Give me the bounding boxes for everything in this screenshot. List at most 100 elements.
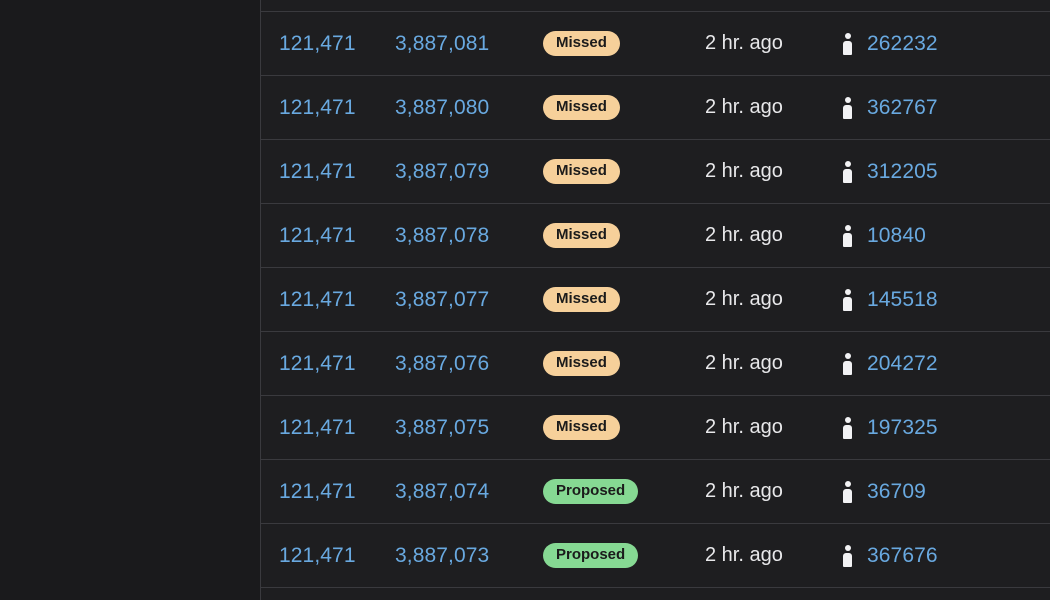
validator-link[interactable]: 204272 [867,352,938,376]
age-text: 2 hr. ago [705,416,783,438]
validator-link[interactable]: 197325 [867,416,938,440]
validator-person-icon [841,288,854,311]
age-text: 2 hr. ago [705,224,783,246]
cell-age: 2 hr. ago [705,32,841,55]
left-gutter [0,0,260,600]
age-text: 2 hr. ago [705,352,783,374]
cell-status: Proposed [543,542,705,569]
cell-age: 2 hr. ago [705,416,841,439]
cell-slot: 3,887,081 [395,32,543,56]
table-row[interactable]: 121,471 3,887,081 Missed 2 hr. ago 262232 [261,12,1050,76]
table-row[interactable]: 121,471 3,887,073 Proposed 2 hr. ago 367676 [261,524,1050,588]
validator-link[interactable]: 262232 [867,32,938,56]
cell-age: 2 hr. ago [705,160,841,183]
validator-person-icon [841,160,854,183]
cell-epoch: 121,471 [261,544,395,568]
table-row[interactable]: 121,471 3,887,076 Missed 2 hr. ago 204272 [261,332,1050,396]
age-text: 2 hr. ago [705,32,783,54]
validator-person-icon [841,96,854,119]
cell-epoch: 121,471 [261,96,395,120]
epoch-link[interactable]: 121,471 [279,544,356,568]
cell-epoch: 121,471 [261,288,395,312]
table-row[interactable]: 121,471 3,887,075 Missed 2 hr. ago 197325 [261,396,1050,460]
table-row[interactable]: 121,471 3,887,074 Proposed 2 hr. ago 36709 [261,460,1050,524]
validator-link[interactable]: 10840 [867,224,926,248]
status-badge: Missed [543,30,620,57]
status-badge: Missed [543,158,620,185]
validator-person-icon [841,544,854,567]
table-row[interactable]: 121,471 3,887,080 Missed 2 hr. ago 362767 [261,76,1050,140]
slots-table-screen: 121,471 3,887,081 Missed 2 hr. ago 262232 121… [0,0,1050,600]
table-row-partial-top [261,0,1050,12]
cell-validator: 10840 [841,224,926,248]
table-row[interactable]: 121,471 3,887,078 Missed 2 hr. ago 10840 [261,204,1050,268]
status-badge: Proposed [543,478,639,505]
cell-age: 2 hr. ago [705,96,841,119]
slot-link[interactable]: 3,887,078 [395,224,489,248]
status-badge: Missed [543,414,620,441]
cell-age: 2 hr. ago [705,480,841,503]
cell-status: Proposed [543,478,705,505]
validator-link[interactable]: 36709 [867,480,926,504]
validator-person-icon [841,480,854,503]
epoch-link[interactable]: 121,471 [279,224,356,248]
cell-status: Missed [543,350,705,377]
cell-age: 2 hr. ago [705,224,841,247]
cell-age: 2 hr. ago [705,544,841,567]
cell-status: Missed [543,222,705,249]
slot-link[interactable]: 3,887,073 [395,544,489,568]
cell-age: 2 hr. ago [705,288,841,311]
table-row[interactable]: 121,471 3,887,077 Missed 2 hr. ago 145518 [261,268,1050,332]
cell-status: Missed [543,158,705,185]
validator-link[interactable]: 312205 [867,160,938,184]
epoch-link[interactable]: 121,471 [279,32,356,56]
validator-link[interactable]: 145518 [867,288,938,312]
age-text: 2 hr. ago [705,544,783,566]
cell-validator: 204272 [841,352,938,376]
slot-link[interactable]: 3,887,079 [395,160,489,184]
validator-link[interactable]: 362767 [867,96,938,120]
epoch-link[interactable]: 121,471 [279,416,356,440]
cell-validator: 312205 [841,160,938,184]
cell-slot: 3,887,073 [395,544,543,568]
age-text: 2 hr. ago [705,96,783,118]
epoch-link[interactable]: 121,471 [279,160,356,184]
slots-table: 121,471 3,887,081 Missed 2 hr. ago 262232 121… [260,0,1050,600]
status-badge: Missed [543,222,620,249]
cell-epoch: 121,471 [261,352,395,376]
validator-person-icon [841,416,854,439]
cell-slot: 3,887,078 [395,224,543,248]
validator-link[interactable]: 367676 [867,544,938,568]
status-badge: Missed [543,350,620,377]
cell-epoch: 121,471 [261,224,395,248]
cell-validator: 362767 [841,96,938,120]
slot-link[interactable]: 3,887,076 [395,352,489,376]
cell-slot: 3,887,074 [395,480,543,504]
cell-validator: 367676 [841,544,938,568]
age-text: 2 hr. ago [705,480,783,502]
epoch-link[interactable]: 121,471 [279,480,356,504]
validator-person-icon [841,32,854,55]
epoch-link[interactable]: 121,471 [279,352,356,376]
table-row-partial-bottom [261,588,1050,600]
cell-slot: 3,887,079 [395,160,543,184]
slot-link[interactable]: 3,887,081 [395,32,489,56]
slot-link[interactable]: 3,887,080 [395,96,489,120]
status-badge: Missed [543,286,620,313]
epoch-link[interactable]: 121,471 [279,96,356,120]
cell-age: 2 hr. ago [705,352,841,375]
cell-epoch: 121,471 [261,416,395,440]
cell-validator: 197325 [841,416,938,440]
age-text: 2 hr. ago [705,288,783,310]
table-body: 121,471 3,887,081 Missed 2 hr. ago 262232 121… [261,12,1050,588]
cell-status: Missed [543,286,705,313]
cell-status: Missed [543,94,705,121]
table-row[interactable]: 121,471 3,887,079 Missed 2 hr. ago 312205 [261,140,1050,204]
cell-slot: 3,887,075 [395,416,543,440]
validator-person-icon [841,352,854,375]
cell-epoch: 121,471 [261,160,395,184]
slot-link[interactable]: 3,887,074 [395,480,489,504]
slot-link[interactable]: 3,887,075 [395,416,489,440]
slot-link[interactable]: 3,887,077 [395,288,489,312]
epoch-link[interactable]: 121,471 [279,288,356,312]
